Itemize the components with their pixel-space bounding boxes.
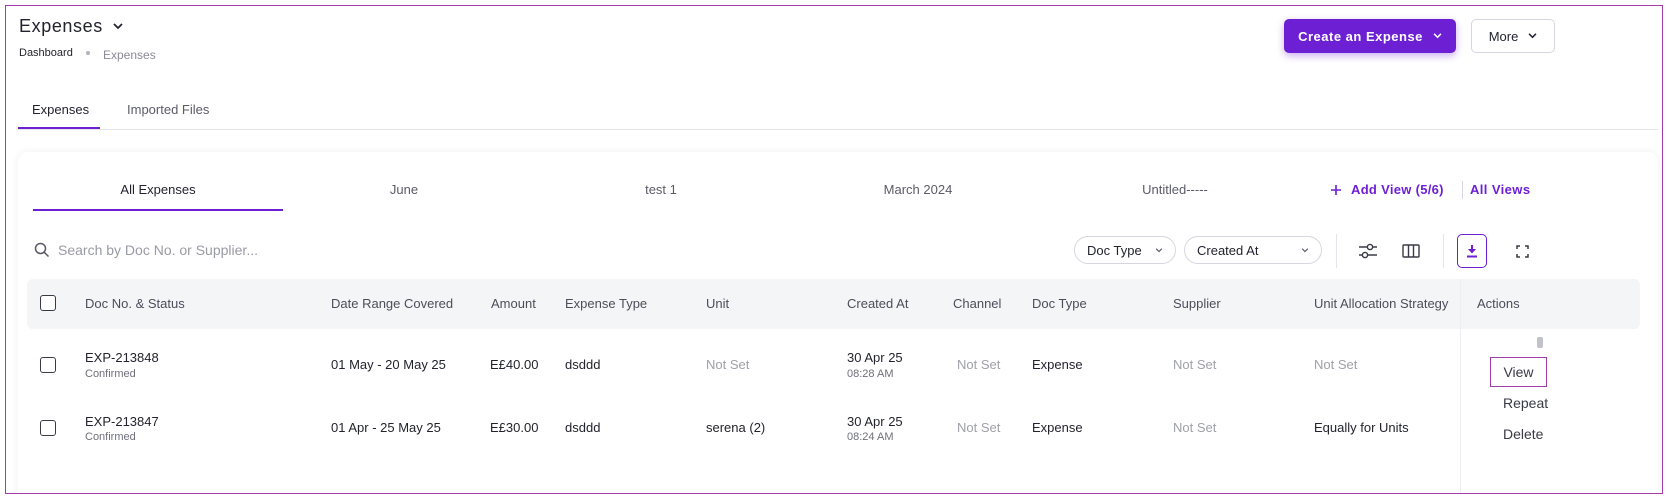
views-separator [1462,181,1463,199]
allocation-cell: Equally for Units [1314,420,1409,435]
channel-cell: Not Set [957,420,1001,435]
menu-item-delete[interactable]: Delete [1503,426,1575,442]
actions-column-divider [1460,279,1461,493]
filter-sliders-button[interactable] [1357,240,1379,262]
status-label: Confirmed [85,431,136,443]
column-header-channel[interactable]: Channel [953,296,1001,311]
expense-type-cell: dsddd [565,357,601,372]
date-range-cell: 01 May - 20 May 25 [331,357,446,372]
add-view-label: Add View (5/6) [1351,182,1444,197]
unit-cell: serena (2) [706,420,766,435]
chevron-down-icon [1301,247,1309,252]
search-input[interactable] [58,238,378,262]
doc-type-cell: Expense [1032,357,1083,372]
sliders-icon [1359,243,1377,259]
supplier-cell: Not Set [1173,357,1217,372]
doc-type-cell: Expense [1032,420,1083,435]
all-views-link[interactable]: All Views [1470,182,1530,197]
columns-icon [1402,244,1420,258]
page-title-text: Expenses [19,16,103,36]
doc-type-filter-label: Doc Type [1087,242,1142,258]
amount-cell: E£30.00 [490,420,539,435]
more-button[interactable]: More [1471,19,1555,53]
chevron-down-icon [1155,247,1163,252]
row-checkbox[interactable] [40,357,56,373]
add-view-button[interactable]: Add View (5/6) [1331,182,1444,197]
select-all-checkbox[interactable] [40,295,56,311]
scrollbar-thumb[interactable] [1537,337,1543,348]
amount-cell: E£40.00 [490,357,539,372]
column-header-date-range[interactable]: Date Range Covered [331,296,453,311]
page-frame: Expenses Dashboard Expenses Create an Ex… [5,5,1663,494]
column-header-allocation[interactable]: Unit Allocation Strategy [1314,296,1448,311]
view-tab-test-1[interactable]: test 1 [540,182,782,197]
date-range-cell: 01 Apr - 25 May 25 [331,420,441,435]
column-header-supplier[interactable]: Supplier [1173,296,1221,311]
view-tab-march-2024[interactable]: March 2024 [797,182,1039,197]
menu-item-repeat[interactable]: Repeat [1503,395,1575,411]
column-header-doc-type[interactable]: Doc Type [1032,296,1087,311]
created-date-cell: 30 Apr 25 [847,350,903,365]
view-tab-june[interactable]: June [283,182,525,197]
supplier-cell: Not Set [1173,420,1217,435]
tab-imported-files[interactable]: Imported Files [127,102,209,117]
create-expense-button[interactable]: Create an Expense [1284,19,1456,53]
active-view-indicator [33,209,283,211]
expand-icon [1515,244,1529,258]
status-label: Confirmed [85,368,136,380]
column-header-doc-no[interactable]: Doc No. & Status [85,296,185,311]
toolbar-separator [1443,234,1444,268]
tabs-divider [18,129,1658,130]
column-header-expense-type[interactable]: Expense Type [565,296,647,311]
column-header-actions: Actions [1477,296,1520,311]
channel-cell: Not Set [957,357,1001,372]
create-expense-label: Create an Expense [1298,28,1423,44]
toolbar-separator [1336,234,1337,268]
column-header-unit[interactable]: Unit [706,296,729,311]
page-title[interactable]: Expenses [19,16,123,37]
plus-icon [1331,184,1341,195]
column-header-created-at[interactable]: Created At [847,296,908,311]
view-tab-all-expenses[interactable]: All Expenses [33,182,283,197]
view-tab-untitled[interactable]: Untitled----- [1054,182,1296,197]
row-checkbox[interactable] [40,420,56,436]
tab-expenses[interactable]: Expenses [32,102,89,117]
chevron-down-icon [1433,33,1442,39]
menu-item-view[interactable]: View [1490,357,1547,387]
breadcrumb-dashboard[interactable]: Dashboard [19,47,73,59]
more-label: More [1488,28,1519,44]
created-at-filter-label: Created At [1197,242,1259,258]
download-icon [1467,245,1477,258]
search-icon [34,242,50,258]
doc-number[interactable]: EXP-213847 [85,414,159,429]
chevron-down-icon [1528,33,1537,39]
breadcrumb-current: Expenses [103,48,156,62]
download-button[interactable] [1457,234,1487,268]
column-header-amount[interactable]: Amount [491,296,536,311]
created-at-filter[interactable]: Created At [1184,236,1322,264]
doc-number[interactable]: EXP-213848 [85,350,159,365]
chevron-down-icon [113,23,123,30]
created-time-cell: 08:24 AM [847,431,894,443]
doc-type-filter[interactable]: Doc Type [1074,236,1176,264]
created-time-cell: 08:28 AM [847,368,894,380]
breadcrumb-separator [86,51,90,55]
unit-cell: Not Set [706,357,750,372]
columns-button[interactable] [1400,240,1422,262]
allocation-cell: Not Set [1314,357,1358,372]
expense-type-cell: dsddd [565,420,601,435]
fullscreen-button[interactable] [1511,240,1533,262]
created-date-cell: 30 Apr 25 [847,414,903,429]
